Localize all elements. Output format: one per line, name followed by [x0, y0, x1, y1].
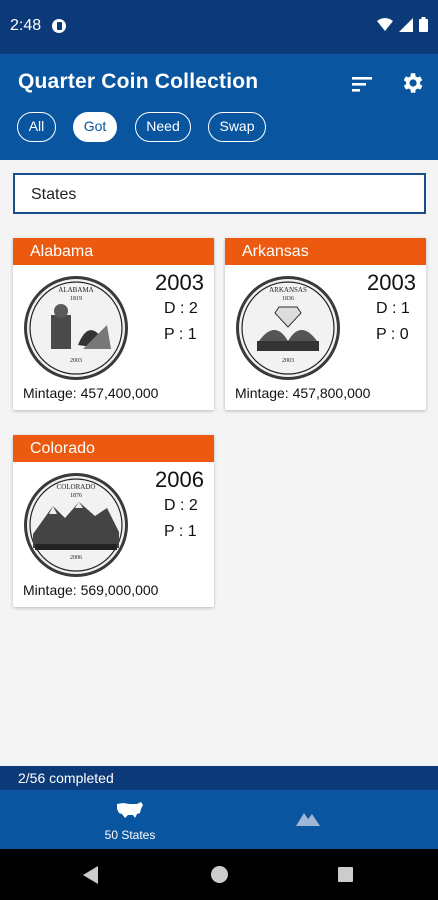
recents-icon[interactable] [338, 867, 353, 882]
coin-year-text: 2003 [282, 358, 294, 364]
bottom-navigation: 50 States [0, 790, 438, 849]
home-icon[interactable] [211, 866, 228, 883]
coin-card[interactable]: Arkansas ARKANSAS 1836 2003 2003 D : 1 P… [225, 238, 426, 410]
wifi-icon [377, 17, 393, 31]
coin-top-text: ALABAMA [58, 286, 93, 294]
progress-text: 2/56 completed [0, 766, 438, 790]
coin-card-state: Alabama [13, 238, 214, 265]
coin-image: COLORADO 1876 2006 [24, 473, 128, 577]
category-field[interactable]: States [13, 173, 426, 214]
filter-chip-got[interactable]: Got [73, 112, 117, 142]
category-field-value: States [31, 186, 77, 203]
coin-philadelphia-count: P : 1 [164, 326, 197, 343]
system-status-icons [377, 17, 428, 32]
coin-philadelphia-count: P : 0 [376, 326, 409, 343]
app-bar: Quarter Coin Collection All Got Need Swa… [0, 54, 438, 160]
coin-denver-count: D : 2 [164, 300, 198, 317]
filter-chip-swap[interactable]: Swap [208, 112, 266, 142]
coin-image: ALABAMA 1819 2003 [24, 276, 128, 380]
coin-image: ARKANSAS 1836 2003 [236, 276, 340, 380]
nav-item-50-states[interactable]: 50 States [0, 790, 260, 849]
coin-sub-text: 1876 [70, 493, 82, 499]
back-icon[interactable] [83, 866, 99, 884]
sort-icon[interactable] [349, 72, 375, 96]
usa-map-icon [117, 802, 143, 818]
coin-mintage: Mintage: 457,800,000 [235, 385, 371, 401]
coin-year: 2003 [367, 270, 416, 295]
filter-chip-need[interactable]: Need [135, 112, 191, 142]
coin-top-text: COLORADO [57, 483, 96, 491]
coin-top-text: ARKANSAS [269, 286, 307, 294]
mountain-icon[interactable] [296, 810, 320, 826]
coin-sub-text: 1836 [282, 296, 294, 302]
status-time: 2:48 [10, 17, 42, 34]
coin-mintage: Mintage: 569,000,000 [23, 582, 159, 598]
nav-item-label: 50 States [104, 828, 156, 842]
app-notification-icon [52, 19, 66, 33]
coin-card[interactable]: Colorado COLORADO 1876 2006 2006 D : 2 P… [13, 435, 214, 607]
app-title: Quarter Coin Collection [18, 70, 259, 93]
coin-year-text: 2006 [70, 555, 82, 561]
status-bar: 2:48 [0, 0, 438, 54]
coin-mintage: Mintage: 457,400,000 [23, 385, 159, 401]
signal-icon [399, 17, 413, 32]
gear-icon[interactable] [399, 70, 425, 96]
coin-sub-text: 1819 [70, 296, 82, 302]
coin-denver-count: D : 2 [164, 497, 198, 514]
coin-card[interactable]: Alabama ALABAMA 1819 2003 2003 D : 2 P :… [13, 238, 214, 410]
coin-philadelphia-count: P : 1 [164, 523, 197, 540]
battery-icon [419, 17, 428, 32]
coin-year: 2006 [155, 467, 204, 492]
filter-chip-all[interactable]: All [17, 112, 56, 142]
coin-denver-count: D : 1 [376, 300, 410, 317]
coin-year-text: 2003 [70, 358, 82, 364]
system-nav-bar [0, 849, 438, 900]
coin-year: 2003 [155, 270, 204, 295]
coin-card-state: Arkansas [225, 238, 426, 265]
coin-card-state: Colorado [13, 435, 214, 462]
